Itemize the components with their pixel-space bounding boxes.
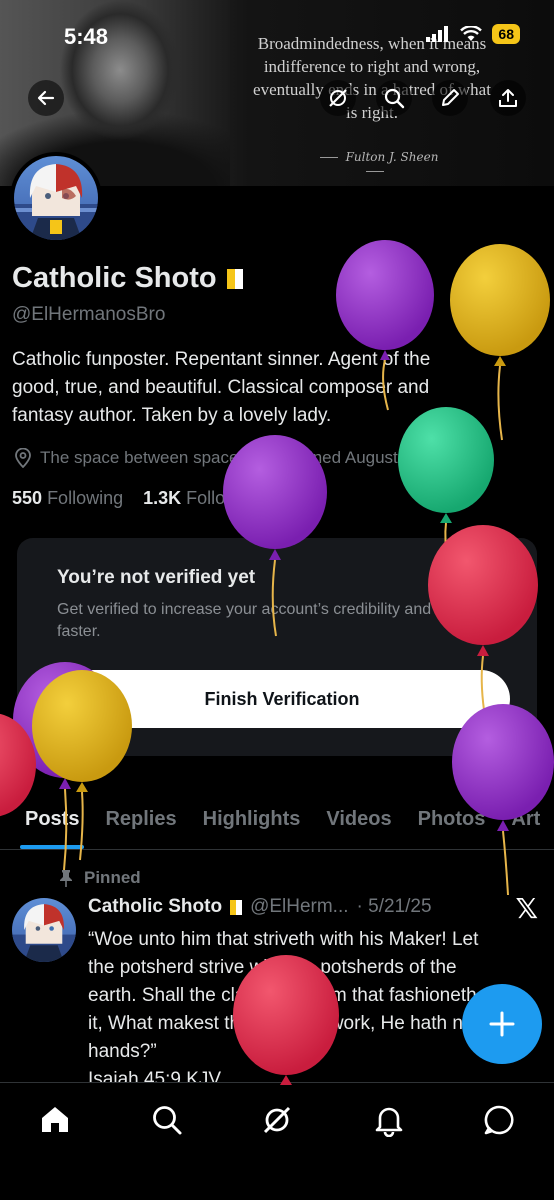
grok-tab-icon[interactable] xyxy=(260,1103,294,1137)
quote-line: is right. xyxy=(346,103,398,122)
messages-icon[interactable] xyxy=(482,1103,516,1137)
post-line: the potsherd strive with the potsherds o… xyxy=(88,957,457,978)
quote-line: eventually ends in a hatred of what xyxy=(253,80,491,99)
tab-replies[interactable]: Replies xyxy=(105,792,176,849)
post-header: Catholic Shoto @ElHerm... · 5/21/25 xyxy=(88,896,432,918)
bio-line: good, true, and beautiful. Classical com… xyxy=(12,377,430,398)
post-avatar-illustration xyxy=(12,904,76,962)
explore-icon[interactable] xyxy=(150,1103,184,1137)
tab-videos[interactable]: Videos xyxy=(326,792,391,849)
avatar-illustration xyxy=(14,164,98,240)
grok-icon xyxy=(329,89,347,107)
profile-bio: Catholic funposter. Repentant sinner. Ag… xyxy=(12,346,532,430)
chevron-right-icon: › xyxy=(448,448,454,467)
calendar-icon xyxy=(265,450,283,467)
followers-label: Followers xyxy=(186,488,264,508)
notifications-icon[interactable] xyxy=(372,1103,406,1137)
verification-card: You’re not verified yet Get verified to … xyxy=(17,538,537,756)
search-button[interactable] xyxy=(376,80,412,116)
vatican-flag-icon xyxy=(230,899,243,915)
status-icons: 68 xyxy=(426,24,520,44)
location-icon xyxy=(15,448,31,468)
wifi-icon xyxy=(460,26,483,41)
back-button[interactable] xyxy=(28,80,64,116)
following-label: Following xyxy=(47,488,124,508)
quote-author-text: Fulton J. Sheen xyxy=(345,150,439,164)
profile-meta: The space between spaces Joined August 2… xyxy=(14,448,454,468)
tab-art[interactable]: Art xyxy=(511,792,540,849)
battery-indicator: 68 xyxy=(492,24,520,44)
post-line: “Woe unto him that striveth with his Mak… xyxy=(88,929,479,950)
quote-line: indifference to right and wrong, xyxy=(263,57,481,76)
banner-quote: Broadmindedness, when it means indiffere… xyxy=(222,32,522,124)
compose-button[interactable] xyxy=(462,984,542,1064)
verification-description: Get verified to increase your account’s … xyxy=(57,601,471,640)
verification-title: You’re not verified yet xyxy=(57,567,256,588)
following-link[interactable]: 550 Following xyxy=(12,488,123,508)
pinned-label: Pinned xyxy=(58,868,141,888)
vatican-flag-icon xyxy=(226,268,243,289)
home-icon[interactable] xyxy=(38,1103,72,1137)
edit-icon xyxy=(442,89,459,106)
followers-count: 1.3K xyxy=(143,488,182,508)
bio-line: fantasy author. Taken by a lovely lady. xyxy=(12,405,332,426)
quote-author: Fulton J. Sheen xyxy=(300,150,450,178)
profile-handle: @ElHermanosBro xyxy=(12,304,166,325)
profile-name: Catholic Shoto xyxy=(12,262,243,295)
finish-verification-button[interactable]: Finish Verification xyxy=(54,670,510,728)
edit-button[interactable] xyxy=(432,80,468,116)
share-icon xyxy=(499,89,517,107)
follow-counts: 550 Following 1.3K Followers xyxy=(12,488,263,509)
search-icon xyxy=(384,88,405,109)
tab-highlights[interactable]: Highlights xyxy=(203,792,301,849)
signal-icon xyxy=(426,26,449,42)
plus-icon xyxy=(489,1011,515,1037)
pinned-text: Pinned xyxy=(84,868,141,887)
close-icon[interactable]: ✕ xyxy=(493,564,511,590)
profile-name-text: Catholic Shoto xyxy=(12,262,217,294)
profile-avatar[interactable] xyxy=(10,152,102,244)
post-avatar[interactable] xyxy=(12,898,76,962)
post-text[interactable]: “Woe unto him that striveth with his Mak… xyxy=(88,926,518,1094)
avatar xyxy=(14,156,98,240)
tab-photos[interactable]: Photos xyxy=(418,792,486,849)
profile-location: The space between spaces xyxy=(40,448,247,467)
following-count: 550 xyxy=(12,488,43,508)
post-line: hands?” xyxy=(88,1041,157,1062)
post-date: · 5/21/25 xyxy=(356,896,432,917)
x-logo-icon: 𝕏 xyxy=(515,892,538,925)
pin-icon xyxy=(60,870,72,887)
status-time: 5:48 xyxy=(64,24,109,49)
bottom-navigation xyxy=(0,1082,554,1200)
tab-posts[interactable]: Posts xyxy=(19,792,85,849)
post-line: it, What makest thou? or thy work, He ha… xyxy=(88,1013,474,1034)
share-button[interactable] xyxy=(490,80,526,116)
back-icon xyxy=(37,90,55,106)
profile-tabs: Posts Replies Highlights Videos Photos A… xyxy=(0,792,554,850)
post-author: Catholic Shoto xyxy=(88,896,223,917)
post-handle: @ElHerm... xyxy=(250,896,349,917)
bio-line: Catholic funposter. Repentant sinner. Ag… xyxy=(12,349,431,370)
followers-link[interactable]: 1.3K Followers xyxy=(143,488,263,508)
post-line: earth. Shall the clay say to him that fa… xyxy=(88,985,477,1006)
profile-joined: Joined August 2021 xyxy=(290,448,441,467)
grok-button[interactable] xyxy=(320,80,356,116)
